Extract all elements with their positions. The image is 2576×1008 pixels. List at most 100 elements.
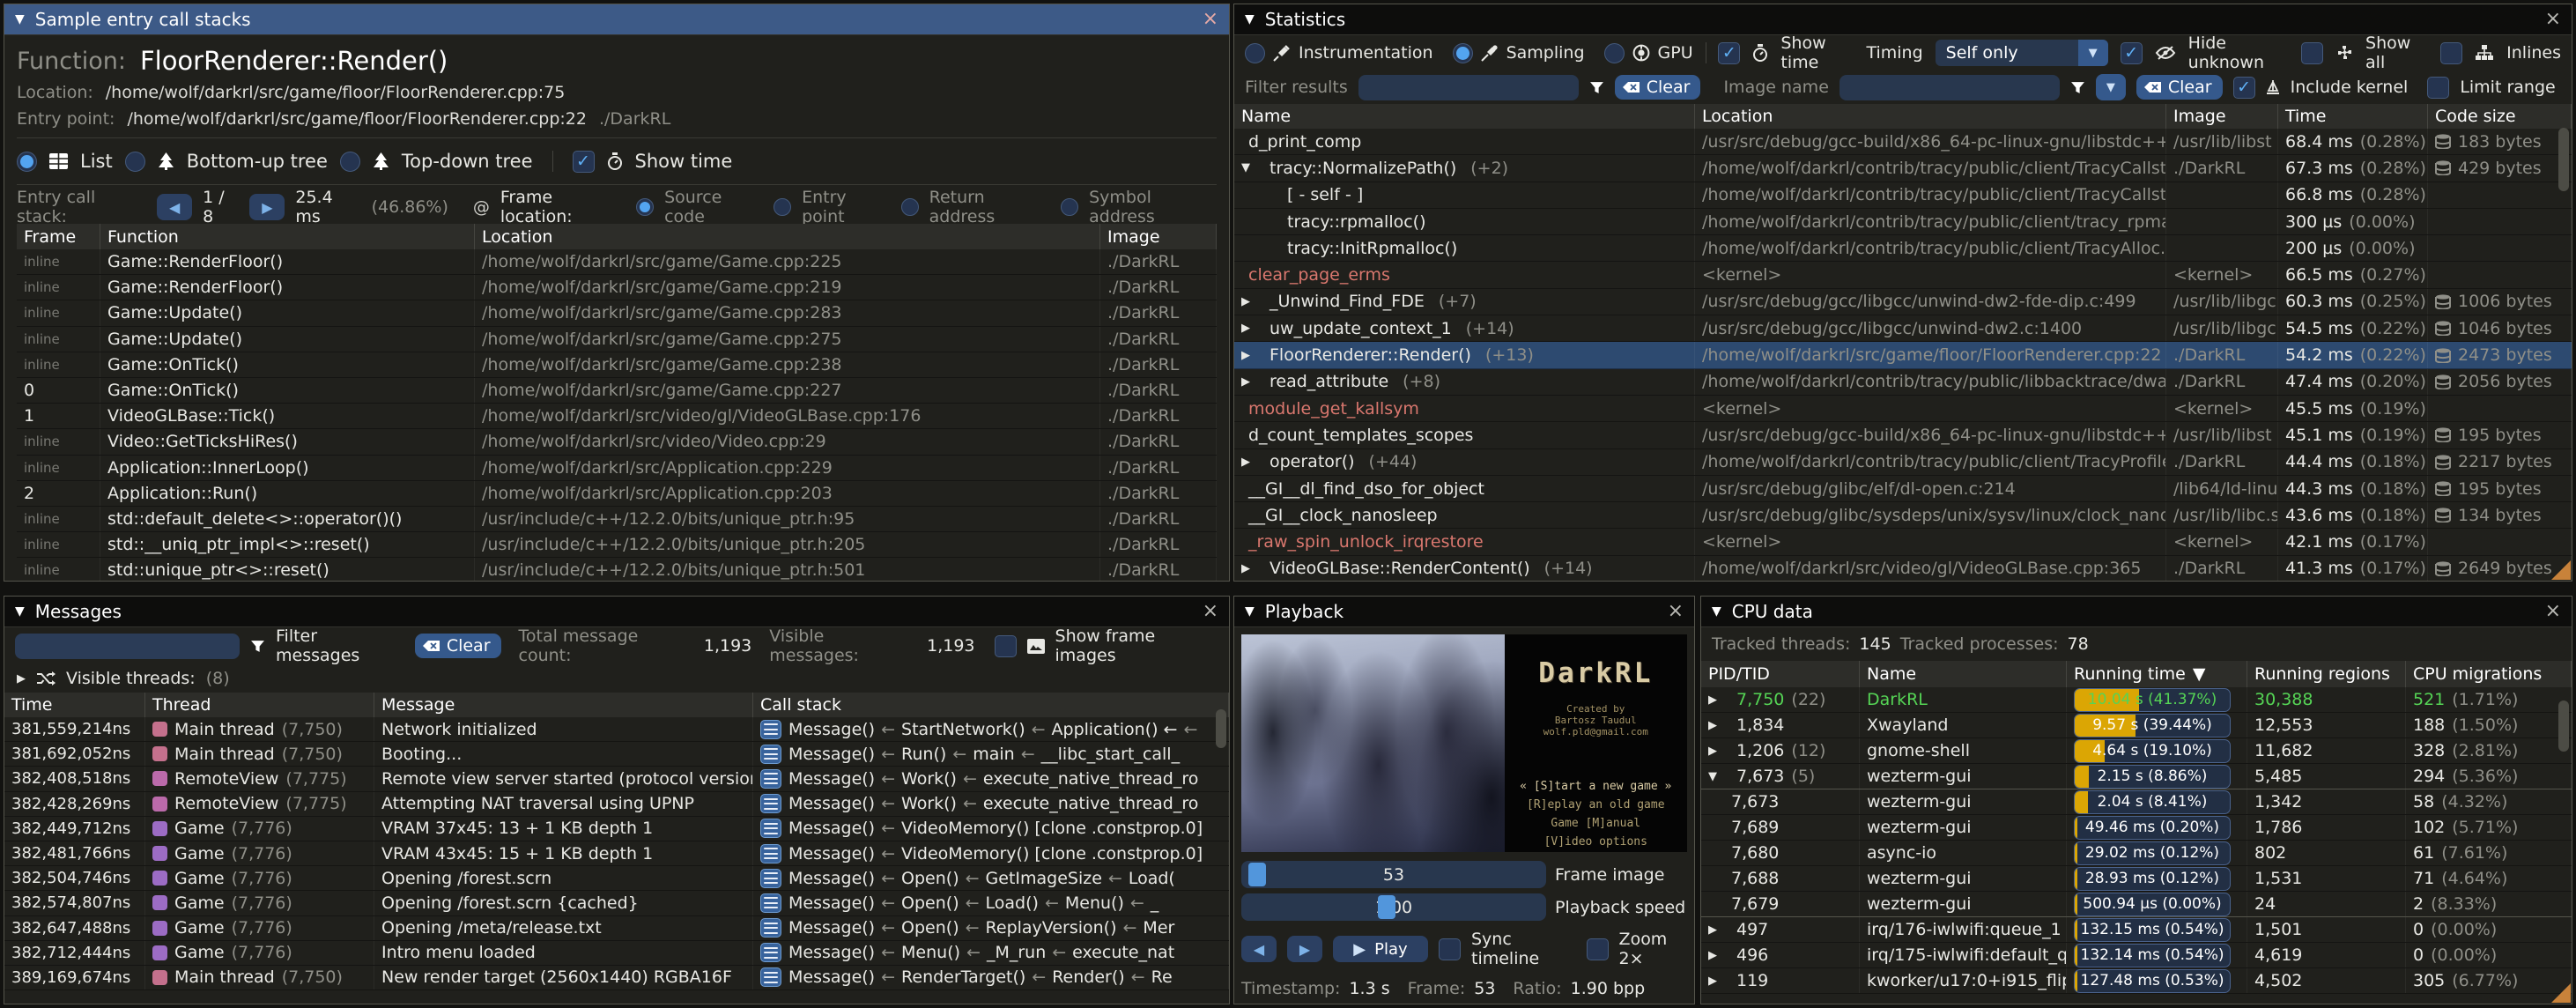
tree-expand-icon[interactable]: ▶ <box>1708 745 1729 758</box>
function-name[interactable]: Application::InnerLoop() <box>107 458 309 478</box>
show-all-checkbox[interactable]: ✓ <box>2301 42 2323 64</box>
table-row[interactable]: 1VideoGLBase::Tick()/home/wolf/darkrl/sr… <box>17 404 1217 429</box>
messages-panel-titlebar[interactable]: ▼ Messages × <box>4 597 1229 627</box>
table-row[interactable]: inlineGame::RenderFloor()/home/wolf/dark… <box>17 275 1217 300</box>
column-header-time[interactable]: Time <box>4 693 145 717</box>
call-stack-button[interactable] <box>760 918 781 938</box>
column-header-name[interactable]: Name <box>1234 104 1695 129</box>
playback-panel-titlebar[interactable]: ▼ Playback × <box>1234 597 1694 627</box>
symbol-name[interactable]: d_print_comp <box>1248 132 1361 152</box>
table-row[interactable]: 0Game::OnTick()/home/wolf/darkrl/src/gam… <box>17 378 1217 404</box>
stats-row[interactable]: ▶read_attribute(+8)/home/wolf/darkrl/con… <box>1234 369 2572 396</box>
image-dropdown-button[interactable]: ▼ <box>2096 74 2126 100</box>
table-row[interactable]: inlinestd::__uniq_ptr_impl<>::reset()/us… <box>17 532 1217 558</box>
cpu-row[interactable]: ▶496irq/175-iwlwifi:default_qu132.14 ms … <box>1701 943 2572 968</box>
prev-stack-button[interactable]: ◀ <box>157 194 192 220</box>
stats-panel-titlebar[interactable]: ▼ Statistics × <box>1234 4 2572 35</box>
symbol-name[interactable]: VideoGLBase::RenderContent() <box>1269 559 1530 578</box>
function-name[interactable]: Video::GetTicksHiRes() <box>107 432 298 451</box>
mode-option-gpu[interactable]: GPU <box>1604 43 1693 63</box>
table-row[interactable]: inlineGame::RenderFloor()/home/wolf/dark… <box>17 249 1217 275</box>
mode-option-sampling[interactable]: Sampling <box>1453 43 1585 63</box>
gpu-radio[interactable] <box>1604 43 1625 63</box>
column-header-image[interactable]: Image <box>2166 104 2278 129</box>
next-stack-button[interactable]: ▶ <box>249 194 285 220</box>
column-header-name[interactable]: Name <box>1860 661 2067 687</box>
slider-handle[interactable] <box>1378 895 1395 919</box>
symbol-name[interactable]: tracy::rpmalloc() <box>1287 212 1426 232</box>
symbol-name[interactable]: operator() <box>1269 452 1355 471</box>
tree-expand-icon[interactable]: ▶ <box>1708 719 1729 732</box>
scrollbar-thumb[interactable] <box>2558 700 2569 752</box>
resize-grip[interactable] <box>2551 560 2571 580</box>
call-stack-button[interactable] <box>760 893 781 913</box>
call-stack-button[interactable] <box>760 844 781 863</box>
collapse-icon[interactable]: ▼ <box>1712 604 1721 619</box>
cpu-row[interactable]: ▼7,673(5)wezterm-gui2.15 s (8.86%)5,4852… <box>1701 764 2572 789</box>
close-icon[interactable]: × <box>1203 602 1218 621</box>
message-row[interactable]: 382,449,712nsGame(7,776)VRAM 37x45: 13 +… <box>4 817 1229 841</box>
column-header-thread[interactable]: Thread <box>145 693 374 717</box>
cpu-panel-titlebar[interactable]: ▼ CPU data × <box>1701 597 2572 627</box>
frame-image[interactable]: DarkRL Created by Bartosz Taudul wolf.pl… <box>1241 634 1687 852</box>
table-row[interactable]: 2Application::Run()/home/wolf/darkrl/src… <box>17 481 1217 507</box>
include-kernel-checkbox[interactable]: ✓ <box>2233 77 2255 99</box>
stats-row[interactable]: [ - self - ]/home/wolf/darkrl/contrib/tr… <box>1234 182 2572 209</box>
tree-expand-icon[interactable]: ▶ <box>1708 949 1729 962</box>
cpu-row[interactable]: ▶119kworker/u17:0+i915_flip127.48 ms (0.… <box>1701 968 2572 994</box>
mode-option-instrumentation[interactable]: Instrumentation <box>1245 43 1433 63</box>
message-row[interactable]: 382,481,766nsGame(7,776)VRAM 43x45: 15 +… <box>4 841 1229 866</box>
call-stack-button[interactable] <box>760 819 781 838</box>
symbol-name[interactable]: __GI__dl_find_dso_for_object <box>1248 479 1484 499</box>
close-icon[interactable]: × <box>2545 602 2561 621</box>
zoom-2x-checkbox[interactable]: ✓ <box>1587 938 1609 960</box>
limit-range-checkbox[interactable]: ✓ <box>2427 77 2449 99</box>
symbol-name[interactable]: read_attribute <box>1269 372 1388 391</box>
function-name[interactable]: Game::OnTick() <box>107 381 239 400</box>
column-header-code-size[interactable]: Code size <box>2428 104 2572 129</box>
sync-timeline-checkbox[interactable]: ✓ <box>1439 938 1461 960</box>
symbol-name[interactable]: module_get_kallsym <box>1248 399 1419 419</box>
message-row[interactable]: 389,169,674nsMain thread(7,750)New rende… <box>4 966 1229 990</box>
message-row[interactable]: 381,692,052nsMain thread(7,750)Booting..… <box>4 742 1229 767</box>
tree-collapse-icon[interactable]: ▼ <box>1708 770 1729 783</box>
stats-row[interactable]: ▼tracy::NormalizePath()(+2)/home/wolf/da… <box>1234 155 2572 182</box>
clear-filter-button[interactable]: Clear <box>1615 75 1701 100</box>
frame-location-radio-return-address[interactable] <box>901 198 919 216</box>
filter-results-input[interactable] <box>1358 75 1579 100</box>
table-row[interactable]: inlineGame::Update()/home/wolf/darkrl/sr… <box>17 300 1217 326</box>
column-header-frame[interactable]: Frame <box>17 224 100 249</box>
column-header-pid-tid[interactable]: PID/TID <box>1701 661 1860 687</box>
stats-row[interactable]: _raw_spin_unlock_irqrestore<kernel><kern… <box>1234 529 2572 555</box>
tree-expand-icon[interactable]: ▶ <box>1241 349 1262 362</box>
message-row[interactable]: 382,574,807nsGame(7,776)Opening /forest.… <box>4 891 1229 915</box>
stats-row[interactable]: d_print_comp/usr/src/debug/gcc-build/x86… <box>1234 129 2572 155</box>
message-filter-input[interactable] <box>15 634 240 659</box>
table-row[interactable]: inlinestd::unique_ptr<>::reset()/usr/inc… <box>17 558 1217 581</box>
table-row[interactable]: inlineGame::OnTick()/home/wolf/darkrl/sr… <box>17 352 1217 378</box>
symbol-name[interactable]: tracy::NormalizePath() <box>1269 159 1456 178</box>
symbol-name[interactable]: d_count_templates_scopes <box>1248 426 1473 445</box>
scrollbar-thumb[interactable] <box>1216 709 1226 748</box>
message-row[interactable]: 382,428,269nsRemoteView(7,775)Attempting… <box>4 792 1229 817</box>
call-stack-button[interactable] <box>760 769 781 789</box>
stats-row[interactable]: clear_page_erms<kernel><kernel>66.5 ms(0… <box>1234 262 2572 288</box>
column-header-cpu-migrations[interactable]: CPU migrations <box>2406 661 2572 687</box>
instrumentation-radio[interactable] <box>1245 43 1265 63</box>
collapse-icon[interactable]: ▼ <box>1245 12 1255 26</box>
tree-expand-icon[interactable]: ▶ <box>1241 562 1262 575</box>
call-stack-button[interactable] <box>760 967 781 987</box>
tree-expand-icon[interactable]: ▶ <box>1241 322 1262 335</box>
close-icon[interactable]: × <box>2545 10 2561 29</box>
stats-row[interactable]: ▶uw_update_context_1(+14)/usr/src/debug/… <box>1234 315 2572 342</box>
image-name-input[interactable] <box>1839 75 2060 100</box>
column-header-location[interactable]: Location <box>1695 104 2166 129</box>
scrollbar-thumb[interactable] <box>2558 128 2569 191</box>
tree-expand-icon[interactable]: ▶ <box>1241 375 1262 389</box>
symbol-name[interactable]: [ - self - ] <box>1287 185 1363 204</box>
message-row[interactable]: 381,559,214nsMain thread(7,750)Network i… <box>4 717 1229 742</box>
clear-image-button[interactable]: Clear <box>2136 75 2223 100</box>
call-stack-button[interactable] <box>760 943 781 962</box>
collapse-icon[interactable]: ▼ <box>15 12 25 26</box>
function-name[interactable]: std::default_delete<>::operator()() <box>107 509 402 529</box>
